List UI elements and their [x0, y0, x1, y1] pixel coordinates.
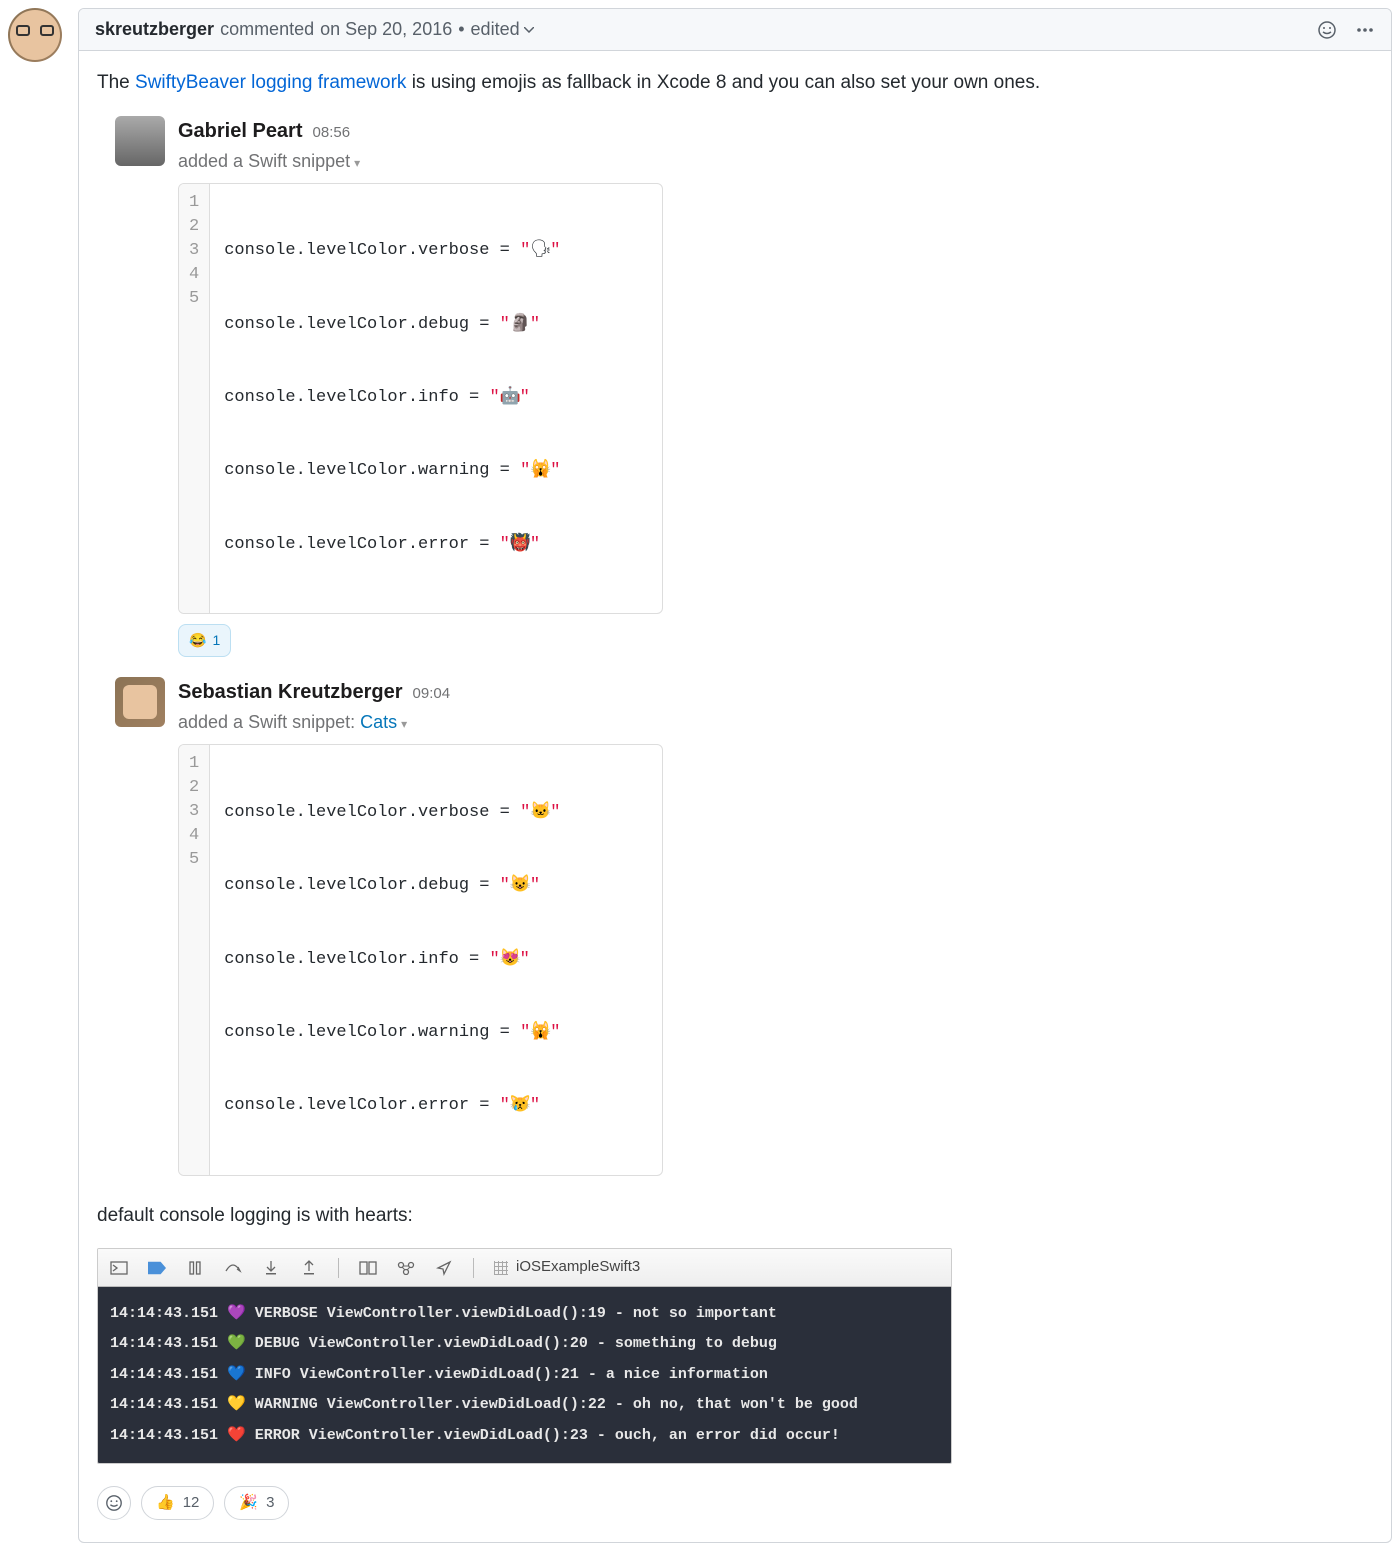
body-paragraph-1: The SwiftyBeaver logging framework is us… [97, 69, 1373, 98]
comment-body: The SwiftyBeaver logging framework is us… [79, 51, 1391, 1542]
chevron-down-icon[interactable]: ▾ [354, 156, 360, 170]
step-over-icon[interactable] [224, 1259, 242, 1277]
swiftybeaver-link[interactable]: SwiftyBeaver logging framework [135, 72, 406, 93]
comment-header: skreutzberger commented on Sep 20, 2016 … [79, 9, 1391, 51]
avatar[interactable] [8, 8, 62, 62]
kebab-menu-icon[interactable] [1355, 20, 1375, 40]
slack-time: 09:04 [413, 683, 451, 706]
slack-message: Sebastian Kreutzberger 09:04 added a Swi… [115, 677, 1373, 1176]
slack-subtitle: added a Swift snippet▾ [178, 148, 1373, 175]
reaction-bar: 👍 12 🎉 3 [97, 1486, 1373, 1520]
avatar[interactable] [115, 677, 165, 727]
comment-box: skreutzberger commented on Sep 20, 2016 … [78, 8, 1392, 1543]
target-selector[interactable]: iOSExampleSwift3 [494, 1256, 640, 1279]
step-out-icon[interactable] [300, 1259, 318, 1277]
party-icon: 🎉 [239, 1492, 258, 1515]
reaction-button[interactable]: 👍 12 [141, 1486, 214, 1520]
bullet: • [458, 19, 464, 40]
app-grid-icon [494, 1261, 508, 1275]
emoji-reaction-icon[interactable] [1317, 20, 1337, 40]
code-lines: console.levelColor.verbose = "🐱" console… [210, 745, 574, 1175]
snippet-link[interactable]: Cats [360, 712, 397, 732]
laugh-emoji-icon: 😂 [189, 630, 206, 651]
console-row: 14:14:43.151 ❤️ ERROR ViewController.vie… [110, 1421, 939, 1452]
avatar[interactable] [115, 116, 165, 166]
edited-dropdown[interactable]: edited [471, 19, 534, 40]
pause-icon[interactable] [186, 1259, 204, 1277]
slack-author[interactable]: Sebastian Kreutzberger [178, 677, 403, 707]
line-gutter: 12345 [179, 745, 210, 1175]
author-link[interactable]: skreutzberger [95, 19, 214, 40]
output-mode-icon[interactable] [110, 1259, 128, 1277]
thumbs-up-icon: 👍 [156, 1492, 175, 1515]
reaction-button[interactable]: 🎉 3 [224, 1486, 289, 1520]
chevron-down-icon[interactable]: ▾ [401, 717, 407, 731]
slack-subtitle: added a Swift snippet: Cats▾ [178, 709, 1373, 736]
slack-time: 08:56 [313, 122, 351, 145]
debug-view-icon[interactable] [359, 1259, 377, 1277]
reaction-pill[interactable]: 😂 1 [178, 624, 231, 657]
console-row: 14:14:43.151 💙 INFO ViewController.viewD… [110, 1360, 939, 1391]
comment-action: commented [220, 19, 314, 40]
breakpoint-icon[interactable] [148, 1259, 166, 1277]
console-output: 14:14:43.151 💜 VERBOSE ViewController.vi… [98, 1287, 951, 1464]
line-gutter: 12345 [179, 184, 210, 614]
code-block: 12345 console.levelColor.verbose = "🗣" c… [178, 183, 663, 615]
step-into-icon[interactable] [262, 1259, 280, 1277]
add-reaction-button[interactable] [97, 1486, 131, 1520]
code-block: 12345 console.levelColor.verbose = "🐱" c… [178, 744, 663, 1176]
slack-message: Gabriel Peart 08:56 added a Swift snippe… [115, 116, 1373, 658]
comment-date[interactable]: on Sep 20, 2016 [320, 19, 452, 40]
slack-author[interactable]: Gabriel Peart [178, 116, 303, 146]
chevron-down-icon [524, 27, 534, 33]
console-row: 14:14:43.151 💛 WARNING ViewController.vi… [110, 1390, 939, 1421]
code-lines: console.levelColor.verbose = "🗣" console… [210, 184, 574, 614]
comment-container: skreutzberger commented on Sep 20, 2016 … [8, 8, 1392, 1543]
console-row: 14:14:43.151 💜 VERBOSE ViewController.vi… [110, 1299, 939, 1330]
body-paragraph-2: default console logging is with hearts: [97, 1202, 1373, 1231]
location-icon[interactable] [435, 1259, 453, 1277]
xcode-console: iOSExampleSwift3 14:14:43.151 💜 VERBOSE … [97, 1248, 952, 1464]
memory-graph-icon[interactable] [397, 1259, 415, 1277]
xcode-toolbar: iOSExampleSwift3 [98, 1249, 951, 1287]
console-row: 14:14:43.151 💚 DEBUG ViewController.view… [110, 1329, 939, 1360]
